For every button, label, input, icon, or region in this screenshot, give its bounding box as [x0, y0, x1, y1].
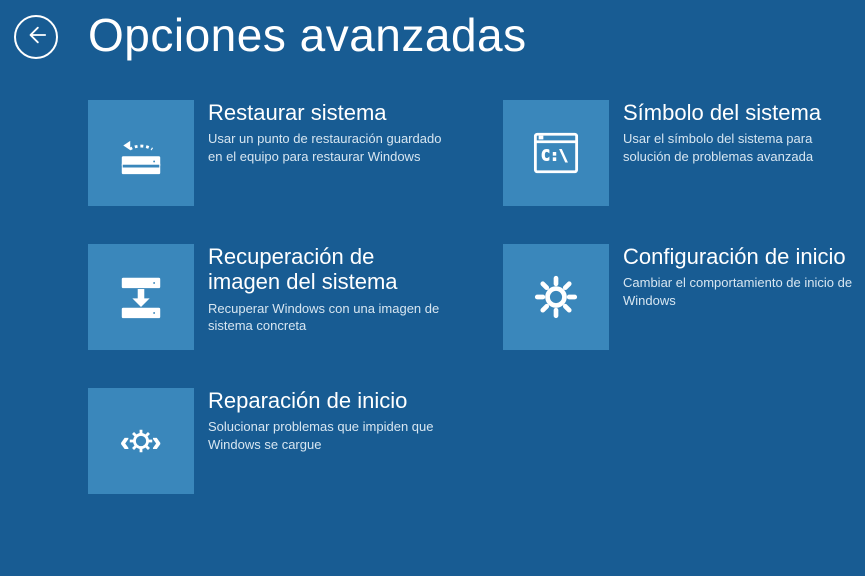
tile-desc: Usar un punto de restauración guardado e… — [208, 130, 448, 165]
startup-repair-icon: ‹ › — [88, 388, 194, 494]
tile-startup-settings[interactable]: Configuración de inicio Cambiar el compo… — [503, 244, 863, 350]
back-button[interactable] — [14, 15, 58, 59]
back-arrow-icon — [25, 24, 47, 51]
startup-settings-icon — [503, 244, 609, 350]
svg-text:›: › — [152, 426, 161, 456]
svg-text:C:\: C:\ — [541, 147, 568, 165]
page-title: Opciones avanzadas — [88, 8, 527, 62]
tile-system-restore[interactable]: Restaurar sistema Usar un punto de resta… — [88, 100, 448, 206]
tile-title: Reparación de inicio — [208, 388, 448, 413]
tile-title: Restaurar sistema — [208, 100, 448, 125]
tile-desc: Cambiar el comportamiento de inicio de W… — [623, 274, 863, 309]
command-prompt-icon: C:\ — [503, 100, 609, 206]
tile-command-prompt[interactable]: C:\ Símbolo del sistema Usar el símbolo … — [503, 100, 863, 206]
tile-title: Configuración de inicio — [623, 244, 863, 269]
tile-desc: Solucionar problemas que impiden que Win… — [208, 418, 448, 453]
tile-image-recovery[interactable]: Recuperación de imagen del sistema Recup… — [88, 244, 448, 350]
tile-title: Recuperación de imagen del sistema — [208, 244, 448, 295]
tile-startup-repair[interactable]: ‹ › — [88, 388, 448, 494]
tile-title: Símbolo del sistema — [623, 100, 863, 125]
tile-desc: Recuperar Windows con una imagen de sist… — [208, 300, 448, 335]
system-restore-icon — [88, 100, 194, 206]
image-recovery-icon — [88, 244, 194, 350]
svg-text:‹: ‹ — [120, 426, 129, 456]
tile-desc: Usar el símbolo del sistema para solució… — [623, 130, 863, 165]
